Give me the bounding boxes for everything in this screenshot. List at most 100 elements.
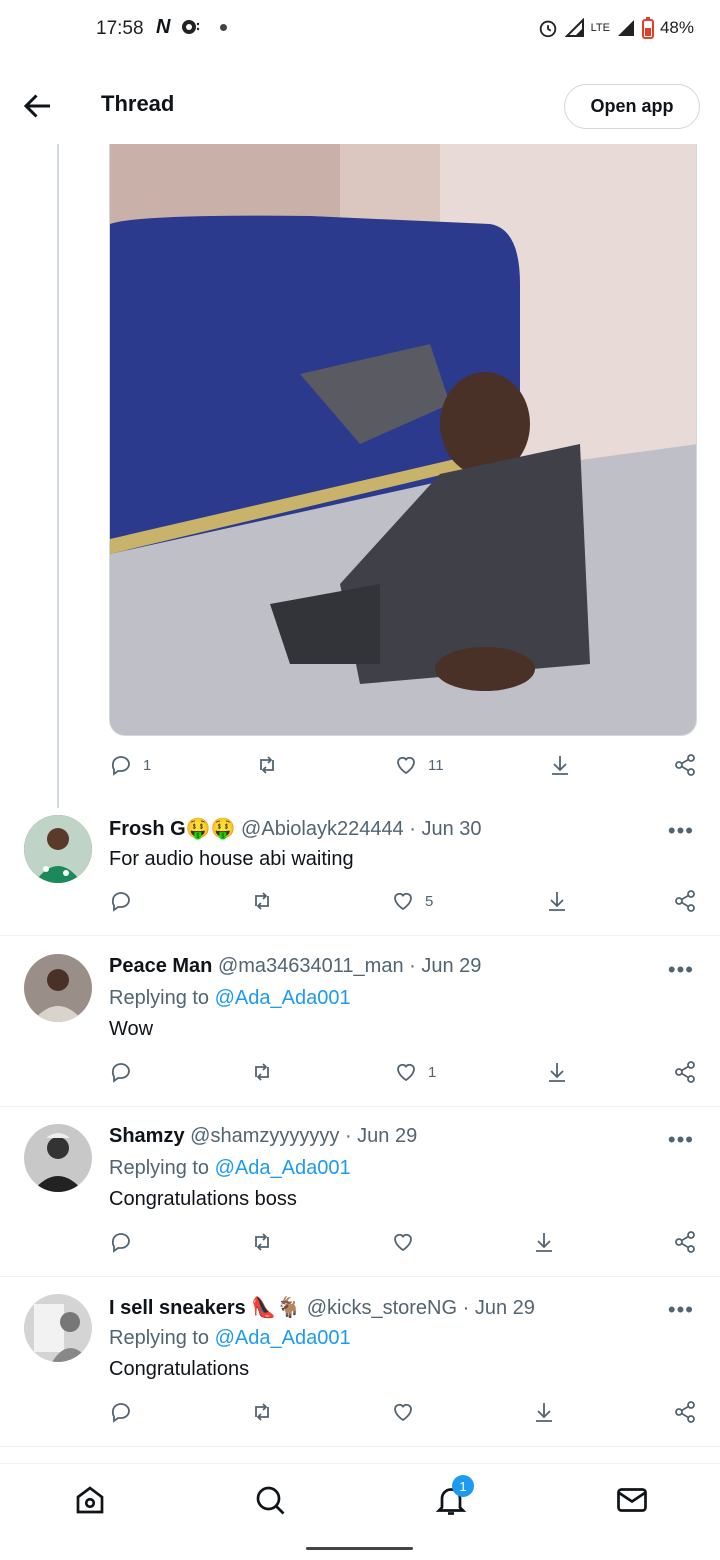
reply-date: · Jun 30 [409, 818, 482, 840]
reply-icon [111, 1233, 130, 1253]
reply-header: I sell sneakers 👠🐐 @kicks_storeNG · Jun … [109, 1295, 535, 1320]
reply-author-handle[interactable]: @kicks_storeNG [307, 1297, 457, 1319]
dot-icon [220, 24, 228, 31]
download-icon [549, 1063, 565, 1082]
divider [0, 1276, 720, 1277]
download-action[interactable] [532, 1230, 556, 1254]
status-notification-icons: N [156, 16, 228, 39]
mention-link[interactable]: @Ada_Ada001 [215, 987, 351, 1009]
reply-date: · Jun 29 [462, 1297, 535, 1319]
more-options-button[interactable]: ••• [668, 818, 694, 844]
mention-link[interactable]: @Ada_Ada001 [215, 1157, 351, 1179]
reply-author-name[interactable]: Peace Man [109, 955, 212, 977]
reply-author-name[interactable]: Frosh G🤑🤑 [109, 818, 235, 840]
mention-link[interactable]: @Ada_Ada001 [215, 1327, 351, 1349]
status-time: 17:58 [96, 18, 144, 39]
retweet-action[interactable] [250, 1400, 274, 1424]
reply-text: Congratulations boss [109, 1188, 297, 1210]
avatar[interactable] [24, 954, 92, 1022]
avatar[interactable] [24, 815, 92, 883]
reply-actions: 5 [109, 889, 699, 921]
thread-connector-line [57, 144, 59, 808]
share-icon [675, 890, 695, 912]
back-button[interactable] [20, 88, 56, 124]
photo-illustration [110, 144, 696, 735]
reply-header: Shamzy @shamzyyyyyyy · Jun 29 [109, 1125, 417, 1148]
download-action[interactable] [532, 1400, 556, 1424]
nav-home[interactable] [72, 1482, 108, 1518]
like-count: 5 [425, 892, 434, 910]
download-action[interactable] [545, 889, 569, 913]
main-tweet-actions: 1 11 [109, 753, 699, 785]
heart-icon [394, 1233, 412, 1252]
share-action[interactable] [673, 1400, 697, 1424]
reply-author-name[interactable]: I sell sneakers 👠🐐 [109, 1297, 301, 1319]
divider [0, 935, 720, 936]
avatar-photo [24, 954, 92, 1022]
retweet-action[interactable] [255, 753, 279, 777]
retweet-icon [255, 892, 269, 910]
reply-date: · Jun 29 [344, 1125, 418, 1147]
like-count: 11 [428, 756, 444, 774]
nav-search[interactable] [252, 1482, 288, 1518]
more-options-button[interactable]: ••• [668, 957, 694, 983]
avatar[interactable] [24, 1124, 92, 1192]
more-options-button[interactable]: ••• [668, 1127, 694, 1153]
reply-author-handle[interactable]: @ma34634011_man [218, 955, 404, 977]
like-action[interactable] [391, 1230, 425, 1254]
retweet-icon [255, 1063, 269, 1081]
retweet-icon [255, 1403, 269, 1421]
retweet-icon [255, 1233, 269, 1251]
more-options-button[interactable]: ••• [668, 1297, 694, 1323]
reply-text: Congratulations [109, 1358, 250, 1380]
reply-action[interactable] [109, 889, 133, 913]
reply-action[interactable] [109, 1060, 133, 1084]
download-icon [536, 1233, 552, 1252]
reply-action[interactable] [109, 1400, 133, 1424]
share-action[interactable] [673, 1230, 697, 1254]
reply-actions [109, 1230, 699, 1262]
like-action[interactable] [391, 1400, 425, 1424]
avatar-photo [24, 815, 92, 883]
share-action[interactable] [673, 889, 697, 913]
reply-icon [111, 1403, 130, 1423]
reply-author-handle[interactable]: @shamzyyyyyyy [190, 1125, 339, 1147]
arrow-left-icon [23, 94, 50, 118]
reply-author-handle[interactable]: @Abiolayk224444 [241, 818, 404, 840]
battery-percent: 48% [659, 18, 694, 37]
reply-action[interactable]: 1 [109, 753, 151, 777]
share-icon [675, 1401, 695, 1423]
share-icon [675, 754, 695, 776]
retweet-action[interactable] [250, 1230, 274, 1254]
reply-author-name[interactable]: Shamzy [109, 1125, 185, 1147]
reply-header: Frosh G🤑🤑 @Abiolayk224444 · Jun 30 [109, 816, 482, 841]
battery-icon [641, 17, 654, 39]
like-action[interactable]: 5 [391, 889, 433, 913]
retweet-action[interactable] [250, 889, 274, 913]
retweet-action[interactable] [250, 1060, 274, 1084]
like-action[interactable]: 1 [394, 1060, 436, 1084]
download-action[interactable] [548, 753, 572, 777]
top-bar: Thread Open app [0, 70, 720, 142]
share-action[interactable] [673, 1060, 697, 1084]
share-icon [675, 1061, 695, 1083]
status-bar: 17:58 N LTE 48% [0, 0, 720, 60]
search-icon [256, 1486, 285, 1515]
bottom-navigation [0, 1463, 720, 1537]
home-indicator [306, 1547, 413, 1550]
alarm-icon [539, 20, 556, 38]
tweet-photo[interactable] [109, 144, 697, 736]
reply-count: 1 [143, 756, 152, 774]
replying-to-prefix: Replying to [109, 987, 215, 1009]
open-app-button[interactable]: Open app [564, 84, 700, 129]
like-action[interactable]: 11 [394, 753, 444, 777]
download-icon [549, 892, 565, 911]
retweet-icon [260, 756, 274, 774]
avatar[interactable] [24, 1294, 92, 1362]
reply-action[interactable] [109, 1230, 133, 1254]
download-action[interactable] [545, 1060, 569, 1084]
nav-messages[interactable] [614, 1482, 650, 1518]
lte-label: LTE [590, 22, 610, 34]
share-action[interactable] [673, 753, 697, 777]
divider [0, 1106, 720, 1107]
